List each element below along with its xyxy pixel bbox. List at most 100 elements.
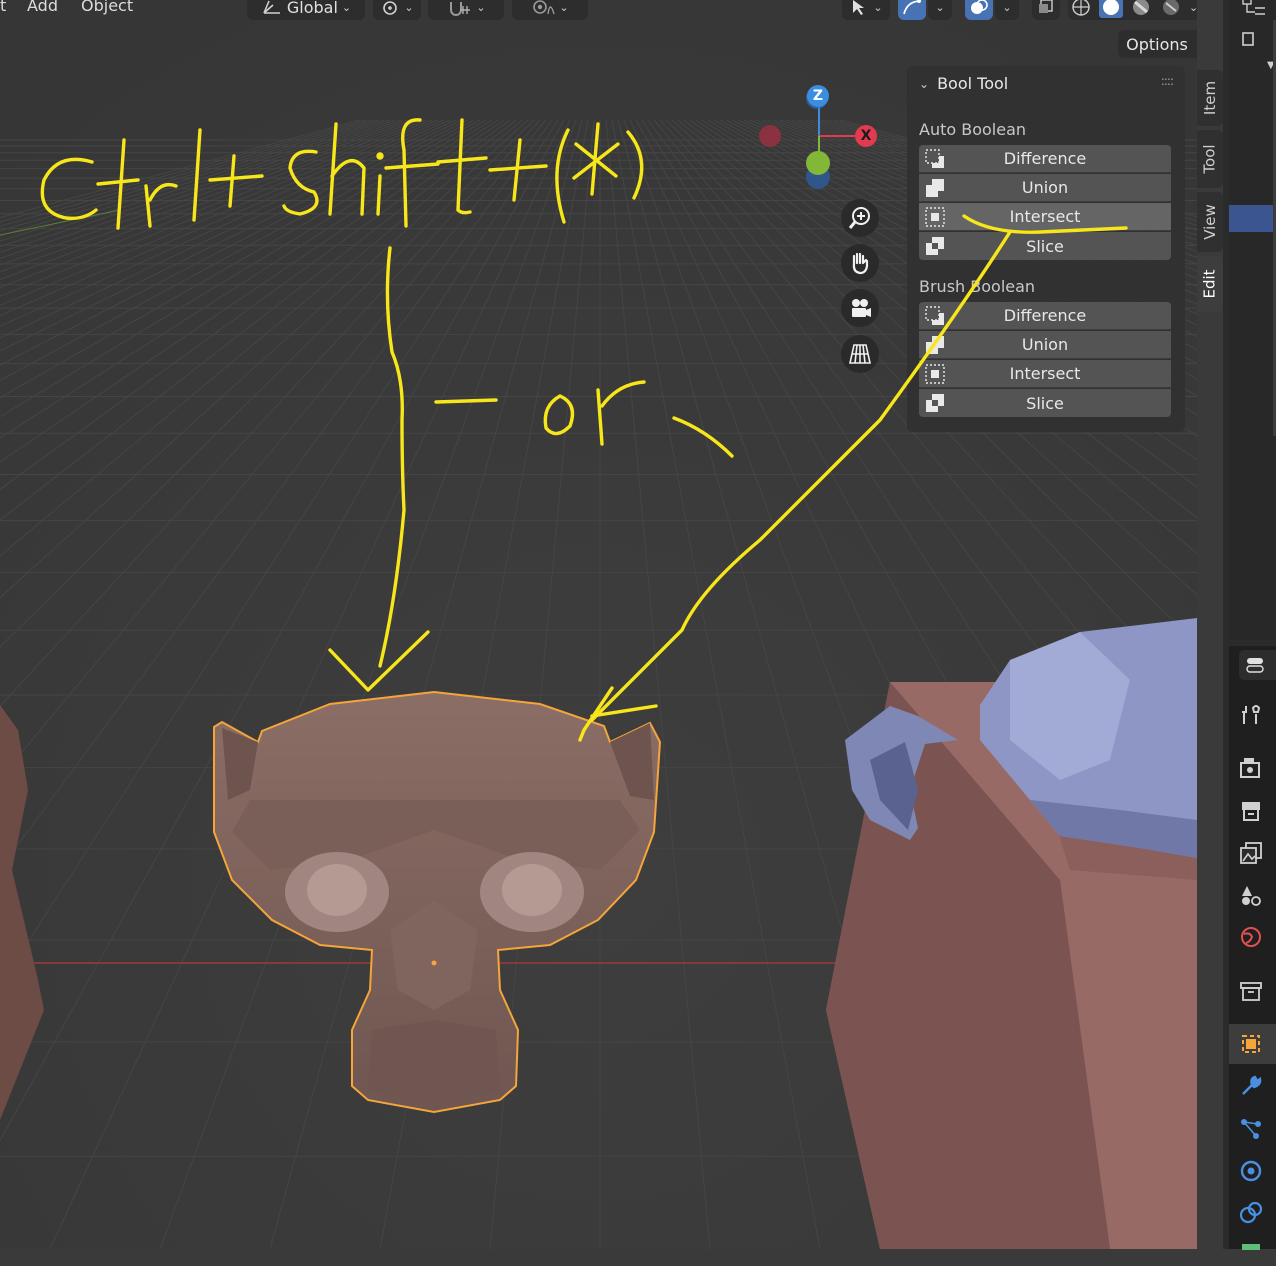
collapse-arrow-icon[interactable]: ⌄ bbox=[919, 77, 929, 91]
x-axis-ball[interactable]: X bbox=[855, 125, 877, 147]
menu-partial[interactable]: t bbox=[0, 0, 6, 15]
brush-difference-button[interactable]: Difference bbox=[919, 302, 1171, 330]
tab-view[interactable]: View bbox=[1197, 192, 1223, 252]
shading-mode-group[interactable]: ⌄ bbox=[1068, 0, 1197, 20]
data-properties-icon[interactable] bbox=[1238, 1240, 1264, 1266]
tab-tool-label: Tool bbox=[1201, 144, 1220, 174]
physics-properties-icon[interactable] bbox=[1238, 1158, 1264, 1184]
z-axis-label: Z bbox=[812, 88, 824, 104]
brush-intersect-button[interactable]: Intersect bbox=[919, 360, 1171, 388]
auto-slice-label: Slice bbox=[1026, 236, 1064, 256]
object-properties-icon[interactable] bbox=[1238, 1031, 1264, 1057]
selectability-dropdown[interactable]: ⌄ bbox=[842, 0, 890, 20]
xray-toggle[interactable] bbox=[1032, 0, 1060, 20]
tab-item[interactable]: Item bbox=[1197, 70, 1223, 126]
constraint-properties-icon[interactable] bbox=[1238, 1200, 1264, 1226]
zoom-icon bbox=[848, 207, 870, 229]
tab-view-label: View bbox=[1201, 204, 1220, 240]
tab-item-label: Item bbox=[1201, 80, 1219, 116]
pivot-icon bbox=[383, 1, 398, 15]
tool-properties-icon[interactable] bbox=[1238, 702, 1264, 728]
brush-difference-label: Difference bbox=[1003, 306, 1087, 325]
brush-union-label: Union bbox=[1021, 335, 1069, 354]
properties-editor-type-button[interactable] bbox=[1239, 650, 1276, 680]
auto-difference-button[interactable]: Difference bbox=[919, 145, 1171, 173]
z-axis-ball[interactable]: Z bbox=[807, 85, 829, 107]
filter-icon[interactable] bbox=[1241, 30, 1261, 48]
cursor-icon bbox=[853, 0, 865, 15]
zoom-button[interactable] bbox=[841, 199, 879, 237]
brush-boolean-label: Brush Boolean bbox=[919, 277, 1036, 296]
difference-icon bbox=[925, 305, 944, 325]
gizmo-icon bbox=[903, 0, 921, 15]
auto-intersect-button[interactable]: Intersect bbox=[919, 203, 1171, 231]
pan-button[interactable] bbox=[841, 244, 879, 282]
chevron-down-icon: ⌄ bbox=[1189, 0, 1197, 14]
y-axis-ball[interactable] bbox=[806, 151, 830, 175]
chevron-down-icon: ⌄ bbox=[1002, 0, 1012, 14]
brush-slice-label: Slice bbox=[1026, 393, 1064, 413]
view-layer-properties-icon[interactable] bbox=[1238, 840, 1264, 866]
outliner-display-mode-icon[interactable] bbox=[1241, 0, 1267, 18]
overlays-dropdown[interactable]: ⌄ bbox=[995, 0, 1019, 20]
brush-union-button[interactable]: Union bbox=[919, 331, 1171, 359]
solid-shading-icon[interactable] bbox=[1099, 0, 1124, 18]
gizmo-toggle[interactable] bbox=[898, 0, 926, 20]
render-properties-icon[interactable] bbox=[1238, 755, 1264, 781]
options-dropdown[interactable]: Options ⌄ bbox=[1118, 30, 1197, 58]
intersect-icon bbox=[925, 363, 945, 384]
auto-intersect-label: Intersect bbox=[1009, 207, 1081, 226]
transform-orientation-dropdown[interactable]: Global ⌄ bbox=[247, 0, 365, 20]
slice-icon bbox=[926, 394, 944, 412]
menu-object[interactable]: Object bbox=[81, 0, 133, 15]
chevron-down-icon: ⌄ bbox=[1196, 37, 1197, 51]
chevron-down-icon: ⌄ bbox=[341, 0, 352, 14]
xray-icon bbox=[1039, 0, 1053, 13]
chevron-down-icon: ⌄ bbox=[873, 0, 883, 14]
auto-union-button[interactable]: Union bbox=[919, 174, 1171, 202]
collection-properties-icon[interactable] bbox=[1238, 978, 1264, 1004]
pivot-point-dropdown[interactable]: ⌄ bbox=[373, 0, 421, 20]
hand-icon bbox=[852, 252, 869, 275]
material-shading-icon[interactable] bbox=[1130, 0, 1152, 17]
neg-x-axis-ball[interactable] bbox=[759, 125, 781, 147]
output-properties-icon[interactable] bbox=[1238, 798, 1264, 824]
brush-intersect-label: Intersect bbox=[1009, 364, 1081, 383]
proportional-editing-dropdown[interactable]: ⌄ bbox=[512, 0, 588, 20]
menu-add[interactable]: Add bbox=[27, 0, 58, 15]
wireframe-shading-icon[interactable] bbox=[1070, 0, 1092, 17]
intersect-icon bbox=[925, 206, 945, 227]
brush-slice-button[interactable]: Slice bbox=[919, 389, 1171, 417]
outliner-editor[interactable]: ▼ bbox=[1229, 0, 1276, 640]
projection-toggle-button[interactable] bbox=[841, 335, 879, 373]
union-icon bbox=[926, 335, 944, 354]
tab-edit[interactable]: Edit bbox=[1197, 256, 1223, 312]
overlays-toggle[interactable] bbox=[965, 0, 993, 20]
overlays-icon bbox=[971, 0, 988, 14]
options-label: Options bbox=[1126, 34, 1188, 54]
tab-tool[interactable]: Tool bbox=[1197, 130, 1223, 188]
rendered-shading-icon[interactable] bbox=[1160, 0, 1182, 17]
x-axis-label: X bbox=[860, 128, 872, 144]
3d-viewport[interactable]: t Add Object Global ⌄ ⌄ ⌄ ⌄ ⌄ ⌄ ⌄ ⌄ Opti… bbox=[0, 0, 1197, 1249]
difference-icon bbox=[925, 148, 944, 168]
bool-tool-panel: ⌄ Bool Tool :::: Auto Boolean Difference… bbox=[907, 66, 1185, 432]
chevron-down-icon: ⌄ bbox=[476, 0, 486, 14]
auto-slice-button[interactable]: Slice bbox=[919, 232, 1171, 260]
union-icon bbox=[926, 178, 944, 197]
particles-properties-icon[interactable] bbox=[1238, 1116, 1264, 1142]
drag-grip-icon[interactable]: :::: bbox=[1161, 74, 1174, 88]
snapping-dropdown[interactable]: ⌄ bbox=[428, 0, 504, 20]
modifier-properties-icon[interactable] bbox=[1238, 1073, 1264, 1099]
snap-icon bbox=[450, 2, 471, 16]
world-properties-icon[interactable] bbox=[1238, 924, 1264, 950]
bool-tool-title: Bool Tool bbox=[937, 74, 1009, 93]
camera-view-button[interactable] bbox=[841, 289, 879, 327]
outliner-active-row[interactable] bbox=[1229, 205, 1276, 232]
bool-tool-header[interactable]: ⌄ Bool Tool bbox=[919, 74, 1008, 93]
scene-properties-icon[interactable] bbox=[1238, 882, 1264, 908]
gizmo-dropdown[interactable]: ⌄ bbox=[928, 0, 952, 20]
auto-difference-label: Difference bbox=[1003, 149, 1087, 168]
camera-icon bbox=[852, 299, 871, 317]
slice-icon bbox=[926, 237, 944, 255]
